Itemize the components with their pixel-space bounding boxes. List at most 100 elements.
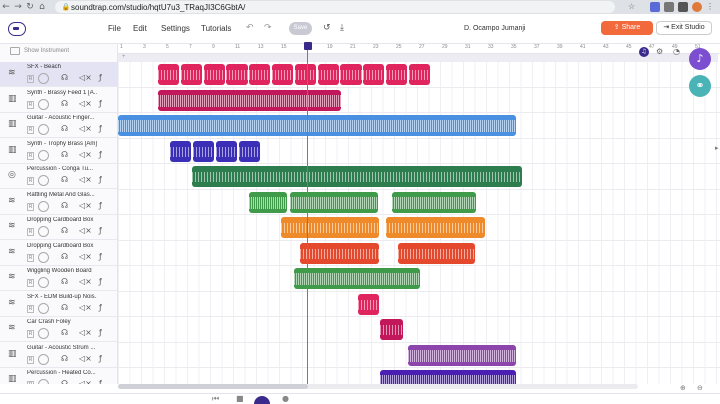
mute-speaker-icon[interactable]: ◁×	[79, 328, 92, 337]
volume-knob[interactable]	[38, 328, 49, 339]
mute-speaker-icon[interactable]: ◁×	[79, 277, 92, 286]
redo-icon[interactable]: ↷	[264, 23, 272, 33]
audio-clip[interactable]	[317, 64, 339, 85]
back-icon[interactable]: ←	[0, 0, 12, 14]
volume-knob[interactable]	[38, 200, 49, 212]
track-header[interactable]: ▥ Synth - Trophy Brass [Am] R ☊ ◁× ƒ	[0, 139, 117, 164]
volume-knob[interactable]	[38, 251, 49, 263]
volume-knob[interactable]	[38, 379, 49, 384]
track-name[interactable]: Dropping Cardboard Box	[27, 243, 97, 249]
audio-clip[interactable]	[158, 89, 341, 111]
track-header[interactable]: ≋ Dropping Cardboard Box R ☊ ◁× ƒ	[0, 241, 117, 266]
track-header[interactable]: ≋ Wiggling Wooden Board R ☊ ◁× ƒ	[0, 266, 117, 291]
effects-icon[interactable]: ƒ	[99, 252, 102, 261]
zoom-in-icon[interactable]: ⊕	[680, 384, 686, 392]
scrollbar-thumb[interactable]	[118, 384, 308, 389]
track-header[interactable]: ◎ Percussion - Conga Tu... R ☊ ◁× ƒ	[0, 164, 117, 189]
track-header[interactable]: ≋ SFX - EDM Build-up Nois... R ☊ ◁× ƒ	[0, 292, 117, 317]
track-header[interactable]: ≋ Car Crash Foley R ☊ ◁× ƒ	[0, 317, 117, 342]
solo-headphones-icon[interactable]: ☊	[61, 226, 68, 235]
effects-icon[interactable]: ƒ	[99, 99, 102, 108]
track-name[interactable]: Percussion - Conga Tu...	[27, 166, 97, 172]
mute-speaker-icon[interactable]: ◁×	[79, 150, 92, 159]
record-arm-button[interactable]: R	[27, 126, 34, 134]
reload-icon[interactable]: ↻	[24, 0, 36, 14]
solo-headphones-icon[interactable]: ☊	[61, 303, 68, 312]
share-button[interactable]: ⇪ Share	[601, 21, 653, 35]
solo-headphones-icon[interactable]: ☊	[61, 328, 68, 337]
track-name[interactable]: Synth - Trophy Brass [Am]	[27, 141, 97, 147]
add-loop-icon[interactable]: +	[122, 54, 126, 60]
solo-headphones-icon[interactable]: ☊	[61, 99, 68, 108]
stop-icon[interactable]: ■	[236, 394, 244, 403]
effects-icon[interactable]: ƒ	[99, 73, 102, 82]
solo-headphones-icon[interactable]: ☊	[61, 73, 68, 82]
audio-clip[interactable]	[192, 166, 522, 187]
effects-icon[interactable]: ƒ	[99, 124, 102, 133]
audio-clip[interactable]	[408, 64, 430, 85]
volume-knob[interactable]	[38, 73, 49, 84]
volume-knob[interactable]	[38, 302, 49, 314]
track-header[interactable]: ▥ Guitar - Acoustic Strum ... R ☊ ◁× ƒ	[0, 343, 117, 368]
record-arm-button[interactable]: R	[27, 177, 34, 185]
audio-clip[interactable]	[170, 140, 192, 162]
track-name[interactable]: Rattling Metal And Glas...	[27, 192, 97, 198]
audio-clip[interactable]	[385, 64, 408, 85]
mute-speaker-icon[interactable]: ◁×	[79, 226, 92, 235]
metronome-icon[interactable]: ◔	[673, 47, 680, 56]
audio-clip[interactable]	[271, 64, 294, 85]
record-arm-button[interactable]: R	[27, 202, 34, 211]
menu-file[interactable]: File	[108, 24, 121, 33]
effects-icon[interactable]: ƒ	[99, 277, 102, 286]
horizontal-scrollbar[interactable]	[118, 384, 638, 389]
record-arm-button[interactable]: R	[27, 75, 34, 83]
audio-clip[interactable]	[398, 242, 475, 264]
track-header[interactable]: ▥ Percussion - Heated Co... R ☊ ◁× ƒ	[0, 368, 117, 384]
mute-speaker-icon[interactable]: ◁×	[79, 124, 92, 133]
menu-tutorials[interactable]: Tutorials	[201, 24, 231, 33]
audio-clip[interactable]	[386, 217, 485, 238]
audio-clip[interactable]	[238, 140, 260, 162]
mute-speaker-icon[interactable]: ◁×	[79, 252, 92, 261]
audio-clip[interactable]	[249, 64, 271, 85]
loop-region-bar[interactable]: +	[118, 54, 718, 62]
effects-icon[interactable]: ƒ	[99, 379, 102, 384]
exit-studio-button[interactable]: ⇥ Exit Studio	[656, 21, 712, 35]
record-arm-button[interactable]: R	[27, 100, 34, 109]
track-name[interactable]: Car Crash Foley	[27, 319, 97, 325]
volume-knob[interactable]	[38, 98, 49, 110]
soundtrap-logo-icon[interactable]	[8, 22, 26, 36]
profile-avatar[interactable]	[692, 2, 702, 12]
solo-headphones-icon[interactable]: ☊	[61, 201, 68, 210]
instrument-panel-icon[interactable]	[10, 47, 20, 55]
volume-knob[interactable]	[38, 175, 49, 186]
track-header[interactable]: ▥ Guitar - Acoustic Finger... R ☊ ◁× ƒ	[0, 113, 117, 138]
audio-clip[interactable]	[290, 191, 378, 213]
playhead-handle[interactable]	[304, 42, 312, 50]
playhead[interactable]	[307, 44, 308, 384]
audio-clip[interactable]	[203, 64, 225, 85]
collaborate-button[interactable]: ⚭	[689, 75, 711, 97]
track-name[interactable]: SFX - Beach	[27, 64, 97, 70]
track-name[interactable]: Wiggling Wooden Board	[27, 268, 97, 274]
settings-gear-icon[interactable]: ⚙	[656, 47, 663, 56]
mute-speaker-icon[interactable]: ◁×	[79, 354, 92, 363]
audio-clip[interactable]	[358, 293, 379, 315]
headphones-icon[interactable]: ♫	[639, 47, 649, 57]
solo-headphones-icon[interactable]: ☊	[61, 354, 68, 363]
audio-clip[interactable]	[380, 319, 403, 340]
audio-clip[interactable]	[392, 191, 476, 213]
mute-speaker-icon[interactable]: ◁×	[79, 99, 92, 108]
save-button[interactable]: Save	[289, 22, 312, 35]
track-name[interactable]: Dropping Cardboard Box	[27, 217, 97, 223]
record-arm-button[interactable]: R	[27, 355, 34, 364]
home-icon[interactable]: ⌂	[36, 0, 48, 14]
audio-clip[interactable]	[118, 115, 516, 136]
audio-clip[interactable]	[294, 64, 317, 85]
audio-clip[interactable]	[363, 64, 385, 85]
volume-knob[interactable]	[38, 353, 49, 365]
audio-clip[interactable]	[249, 191, 287, 213]
menu-settings[interactable]: Settings	[161, 24, 190, 33]
effects-icon[interactable]: ƒ	[99, 354, 102, 363]
browser-menu-icon[interactable]: ⋮	[706, 2, 716, 12]
